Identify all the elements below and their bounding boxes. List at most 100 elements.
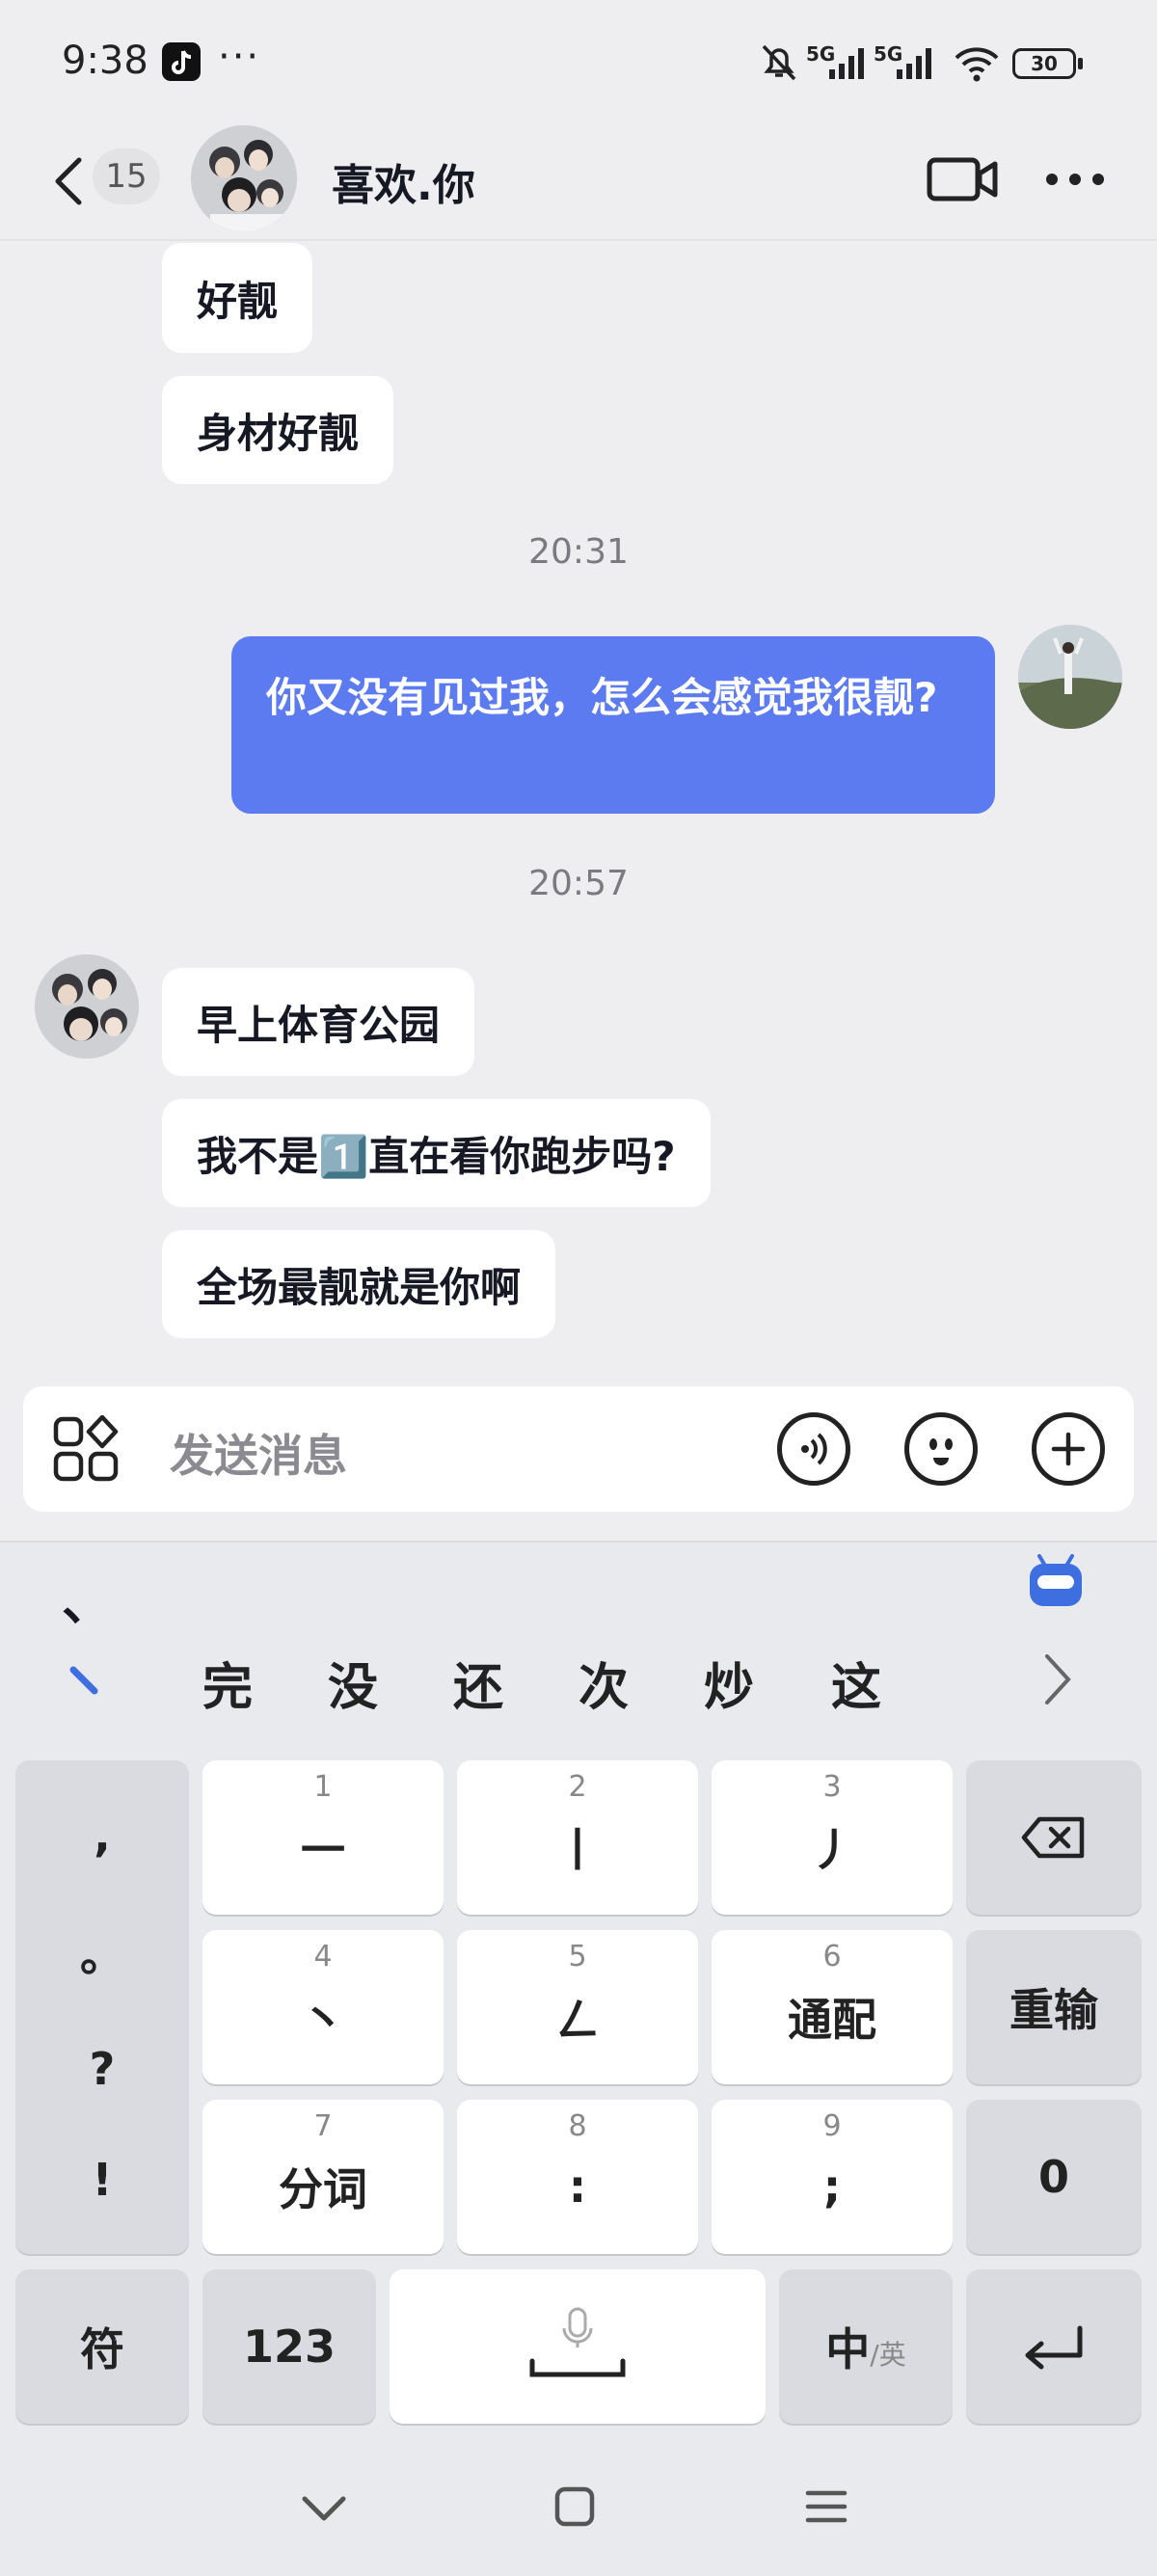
- status-bar: 9:38 ··· 5G 5G 30: [0, 0, 1157, 125]
- language-switch-key[interactable]: 中 /英: [779, 2269, 953, 2424]
- message-timestamp: 20:31: [528, 532, 629, 572]
- candidate-word[interactable]: 完: [202, 1647, 253, 1719]
- key-label: 通配: [788, 1994, 876, 2046]
- home-icon[interactable]: [553, 2485, 596, 2532]
- key-3[interactable]: 3 丿: [712, 1760, 953, 1915]
- message-input-bar: 发送消息: [23, 1386, 1134, 1512]
- key-label: 123: [242, 2321, 336, 2373]
- key-8[interactable]: 8 :: [457, 2100, 698, 2254]
- message-text: 我不是1️⃣直在看你跑步吗?: [197, 1132, 676, 1180]
- key-label: 分词: [279, 2163, 367, 2215]
- contact-avatar[interactable]: [191, 125, 297, 231]
- message-timestamp: 20:57: [528, 864, 629, 903]
- punct-comma[interactable]: ,: [94, 1810, 110, 1862]
- stroke-indicator-icon: [67, 1664, 100, 1701]
- space-key[interactable]: [390, 2269, 766, 2424]
- key-label: 0: [1037, 2151, 1069, 2203]
- system-nav-bar: [0, 2449, 1157, 2574]
- punct-period[interactable]: 。: [80, 1920, 124, 1984]
- key-label: 重输: [1009, 1984, 1098, 2036]
- my-message-bubble[interactable]: 你又没有见过我，怎么会感觉我很靓?: [231, 636, 995, 814]
- candidate-word[interactable]: 没: [328, 1647, 378, 1719]
- message-bubble[interactable]: 全场最靓就是你啊: [162, 1230, 556, 1338]
- key-label: 丿: [810, 1824, 854, 1876]
- emoji-icon[interactable]: [904, 1412, 978, 1486]
- enter-icon: [1025, 2325, 1083, 2370]
- add-attachment-icon[interactable]: [1032, 1412, 1105, 1486]
- signal-icon-2: [893, 46, 939, 85]
- key-9[interactable]: 9 ;: [712, 2100, 953, 2254]
- symbols-key[interactable]: 符: [15, 2269, 189, 2424]
- reinput-key[interactable]: 重输: [966, 1930, 1142, 2084]
- signal-icon-1: [825, 46, 872, 85]
- key-1[interactable]: 1 一: [202, 1760, 444, 1915]
- message-bubble[interactable]: 好靓: [162, 243, 313, 353]
- message-bubble[interactable]: 我不是1️⃣直在看你跑步吗?: [162, 1099, 711, 1207]
- more-options-icon[interactable]: [1043, 168, 1107, 195]
- composing-text: 、: [62, 1574, 113, 1632]
- key-2[interactable]: 2 丨: [457, 1760, 698, 1915]
- message-text: 身材好靓: [197, 409, 360, 457]
- my-avatar[interactable]: [1018, 625, 1122, 729]
- enter-key[interactable]: [966, 2269, 1142, 2424]
- key-number: 2: [568, 1770, 587, 1804]
- ime-keyboard: 、 完 没 还 次 炒 这 , 。 ? ! 1 一 2 丨 3 丿 4 丶 5 …: [0, 1541, 1157, 2576]
- key-number: 4: [313, 1940, 333, 1973]
- video-call-icon[interactable]: [926, 152, 999, 210]
- candidate-word[interactable]: 炒: [704, 1647, 754, 1719]
- key-number: 8: [568, 2109, 587, 2143]
- key-4[interactable]: 4 丶: [202, 1930, 444, 2084]
- menu-icon[interactable]: [804, 2487, 848, 2530]
- key-5[interactable]: 5 ㄥ: [457, 1930, 698, 2084]
- battery-tip: [1078, 58, 1083, 69]
- mute-bell-icon: [758, 40, 800, 87]
- contact-name[interactable]: 喜欢.你: [332, 150, 475, 212]
- candidate-word[interactable]: 这: [831, 1647, 881, 1719]
- ime-assistant-icon[interactable]: [1024, 1548, 1088, 1616]
- battery-icon: 30: [1012, 48, 1076, 79]
- key-label: :: [568, 2160, 587, 2213]
- key-label: 丶: [301, 1994, 345, 2046]
- battery-level: 30: [1031, 52, 1058, 75]
- apps-grid-icon[interactable]: [52, 1414, 120, 1487]
- voice-message-icon[interactable]: [777, 1412, 850, 1486]
- message-input[interactable]: 发送消息: [170, 1421, 347, 1485]
- message-text: 你又没有见过我，怎么会感觉我很靓?: [266, 674, 938, 721]
- contact-message-avatar[interactable]: [35, 954, 139, 1059]
- message-bubble[interactable]: 身材好靓: [162, 376, 394, 484]
- key-label: 中: [825, 2323, 871, 2375]
- punctuation-column[interactable]: , 。 ? !: [15, 1760, 189, 2254]
- backspace-key[interactable]: [966, 1760, 1142, 1915]
- key-number: 6: [822, 1940, 842, 1973]
- message-text: 好靓: [197, 277, 279, 325]
- key-label: ;: [822, 2160, 842, 2213]
- candidate-word[interactable]: 次: [578, 1647, 629, 1719]
- numbers-key[interactable]: 123: [202, 2269, 376, 2424]
- hide-keyboard-icon[interactable]: [299, 2489, 349, 2532]
- key-7[interactable]: 7 分词: [202, 2100, 444, 2254]
- punct-question[interactable]: ?: [90, 2043, 116, 2095]
- expand-candidates-icon[interactable]: [1039, 1650, 1074, 1712]
- candidate-word[interactable]: 还: [453, 1647, 503, 1719]
- back-arrow-icon[interactable]: [50, 154, 89, 212]
- key-label: ㄥ: [555, 1994, 600, 2046]
- message-bubble[interactable]: 早上体育公园: [162, 968, 475, 1076]
- status-more-icon: ···: [218, 35, 261, 79]
- message-text: 全场最靓就是你啊: [197, 1263, 522, 1311]
- status-time: 9:38: [62, 39, 148, 83]
- key-0[interactable]: 0: [966, 2100, 1142, 2254]
- unread-badge[interactable]: 15: [93, 148, 160, 204]
- key-number: 9: [822, 2109, 842, 2143]
- key-label: 丨: [555, 1824, 600, 1876]
- wifi-icon: [953, 44, 1001, 87]
- key-sublabel: /英: [870, 2339, 906, 2371]
- key-number: 3: [822, 1770, 842, 1804]
- tiktok-icon: [162, 42, 201, 81]
- microphone-space-icon: [529, 2307, 626, 2377]
- key-label: 符: [80, 2323, 124, 2375]
- message-text: 早上体育公园: [197, 1001, 441, 1049]
- key-6[interactable]: 6 通配: [712, 1930, 953, 2084]
- punct-exclaim[interactable]: !: [93, 2154, 113, 2206]
- backspace-icon: [1021, 1816, 1085, 1859]
- key-number: 5: [568, 1940, 587, 1973]
